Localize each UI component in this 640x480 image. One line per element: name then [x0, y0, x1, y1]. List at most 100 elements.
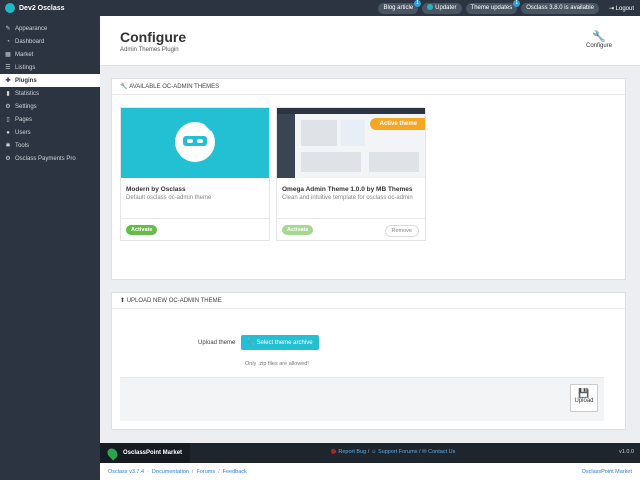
wrench-icon: 🔧 — [592, 31, 606, 43]
sidebar-item-label: Tools — [15, 142, 30, 149]
market-logo[interactable]: OsclassPoint Market — [100, 443, 191, 463]
theme-updates-label: Theme updates — [470, 4, 513, 11]
page-subtitle: Admin Themes Plugin — [120, 47, 179, 53]
upload-button[interactable]: 💾 Upload — [570, 384, 598, 412]
footer-bar: OsclassPoint Market 🐞 Report Bug / ☺ Sup… — [100, 443, 640, 463]
sidebar-item-appearance[interactable]: ✎ Appearance — [0, 22, 100, 35]
contact-us-link[interactable]: ✉ Contact Us — [422, 449, 455, 455]
sidebar-item-users[interactable]: ● Users — [0, 126, 100, 139]
configure-button[interactable]: 🔧 Configure — [586, 30, 612, 49]
updater-icon — [427, 3, 434, 10]
themes-panel-title-text: AVAILABLE OC-ADMIN THEMES — [129, 83, 220, 90]
sidebar-item-payments-pro[interactable]: ⚙ Osclass Payments Pro — [0, 152, 100, 165]
puzzle-icon: ✚ — [5, 77, 11, 84]
attach-icon: 📎 — [247, 340, 257, 346]
osclass-logo-icon — [5, 3, 15, 13]
sidebar: ✎ Appearance ◔ Dashboard ▦ Market ☰ Listings… — [0, 16, 100, 480]
sidebar-item-market[interactable]: ▦ Market — [0, 48, 100, 61]
sidebar-item-settings[interactable]: ⚙ Settings — [0, 100, 100, 113]
sidebar-item-statistics[interactable]: ▮ Statistics — [0, 87, 100, 100]
theme-thumbnail — [121, 108, 269, 178]
theme-name: Modern by Osclass — [126, 186, 186, 193]
gear-icon: ⚙ — [5, 103, 11, 110]
upload-label: Upload theme — [198, 339, 236, 346]
forums-link[interactable]: Forums — [196, 469, 215, 475]
theme-thumbnail: Active theme — [277, 108, 425, 178]
select-archive-label: Select theme archive — [256, 340, 313, 346]
upload-footer: 💾 Upload — [120, 377, 604, 421]
sidebar-item-dashboard[interactable]: ◔ Dashboard — [0, 35, 100, 48]
top-bar: Dev2 Osclass Blog article 1 Updater Theme… — [0, 0, 640, 16]
theme-description: Clean and intuitive template for osclass… — [282, 195, 413, 201]
sidebar-item-label: Statistics — [15, 90, 40, 97]
osclasspoint-market-link[interactable]: OsclassPoint Market — [582, 469, 632, 475]
upload-row: Upload theme 📎 Select theme archive — [198, 335, 319, 350]
market-icon: ▦ — [5, 51, 11, 58]
upload-panel: ⬆ UPLOAD NEW OC-ADMIN THEME Upload theme… — [111, 292, 626, 430]
sidebar-item-label: Users — [15, 129, 31, 136]
brand[interactable]: Dev2 Osclass — [0, 0, 100, 16]
activate-button[interactable]: Activate — [126, 225, 158, 235]
upload-panel-title-text: UPLOAD NEW OC-ADMIN THEME — [126, 297, 222, 304]
logout-link[interactable]: ⇥ Logout — [609, 5, 634, 12]
page-title: Configure — [120, 29, 187, 45]
sidebar-item-label: Listings — [15, 64, 36, 71]
sidebar-item-pages[interactable]: ▯ Pages — [0, 113, 100, 126]
blog-article-label: Blog article — [383, 4, 414, 11]
sidebar-item-label: Plugins — [15, 77, 37, 84]
theme-card-modern: Modern by Osclass Default osclass oc-adm… — [120, 107, 270, 241]
floppy-icon: 💾 — [578, 388, 590, 398]
report-bug-link[interactable]: 🐞 Report Bug — [330, 449, 366, 455]
gear-icon: ⚙ — [5, 155, 11, 162]
documentation-link[interactable]: Documentation — [152, 469, 189, 475]
upload-panel-title: ⬆ UPLOAD NEW OC-ADMIN THEME — [112, 293, 625, 309]
theme-description: Default osclass oc-admin theme — [126, 195, 212, 201]
theme-updates-button[interactable]: Theme updates 1 — [465, 0, 521, 14]
upload-hint: Only .zip files are allowed! — [245, 361, 309, 367]
brush-icon: ✎ — [5, 25, 11, 32]
user-icon: ● — [6, 129, 10, 136]
report-bug-label: Report Bug — [338, 449, 367, 455]
map-pin-icon — [105, 445, 120, 461]
dashboard-icon: ◔ — [6, 38, 10, 45]
sidebar-item-label: Dashboard — [15, 38, 45, 45]
wrench-icon: ✱ — [5, 142, 11, 149]
ninja-logo-icon — [175, 121, 215, 162]
separator: / — [218, 468, 220, 475]
sidebar-item-label: Market — [15, 51, 34, 58]
theme-card-omega: Active theme Omega Admin Theme 1.0.0 by … — [276, 107, 426, 241]
theme-card-footer: Activate — [121, 218, 269, 242]
sidebar-item-label: Settings — [15, 103, 37, 110]
theme-name: Omega Admin Theme 1.0.0 by MB Themes — [282, 186, 413, 193]
footer-version: v1.0.0 — [619, 449, 634, 455]
activate-button[interactable]: Activate — [282, 225, 314, 235]
osclass-version-link[interactable]: Osclass v3.7.4 — [108, 469, 144, 475]
updater-label: Updater — [435, 4, 457, 11]
themes-panel-title: 🔧 AVAILABLE OC-ADMIN THEMES — [112, 79, 625, 95]
sidebar-item-label: Osclass Payments Pro — [15, 155, 76, 162]
page-icon: ▯ — [6, 116, 10, 123]
version-notice[interactable]: Osclass 3.8.0 is available — [521, 2, 599, 14]
sidebar-item-tools[interactable]: ✱ Tools — [0, 139, 100, 152]
updater-button[interactable]: Updater — [422, 2, 462, 14]
footer-links: 🐞 Report Bug / ☺ Support Forums / ✉ Cont… — [330, 449, 455, 455]
main-content: Configure Admin Themes Plugin 🔧 Configur… — [100, 16, 640, 443]
feedback-link[interactable]: Feedback — [223, 469, 247, 475]
active-theme-ribbon: Active theme — [369, 118, 425, 130]
page-header: Configure Admin Themes Plugin 🔧 Configur… — [100, 16, 640, 66]
remove-button[interactable]: Remove — [384, 225, 419, 237]
blog-article-button[interactable]: Blog article 1 — [378, 0, 422, 14]
separator: · — [147, 468, 149, 475]
sidebar-item-plugins[interactable]: ✚ Plugins — [0, 74, 100, 87]
sidebar-item-listings[interactable]: ☰ Listings — [0, 61, 100, 74]
theme-card-footer: Activate Remove — [277, 218, 425, 242]
theme-updates-badge: 1 — [513, 0, 521, 7]
stats-icon: ▮ — [6, 90, 10, 97]
configure-label: Configure — [585, 43, 612, 49]
themes-panel: 🔧 AVAILABLE OC-ADMIN THEMES Modern by Os… — [111, 78, 626, 280]
sidebar-item-label: Pages — [15, 116, 33, 123]
top-actions: Blog article 1 Updater Theme updates 1 Osc… — [378, 0, 634, 16]
separator: / — [191, 468, 194, 475]
select-archive-button[interactable]: 📎 Select theme archive — [241, 335, 319, 350]
support-forums-link[interactable]: ☺ Support Forums — [371, 449, 418, 455]
